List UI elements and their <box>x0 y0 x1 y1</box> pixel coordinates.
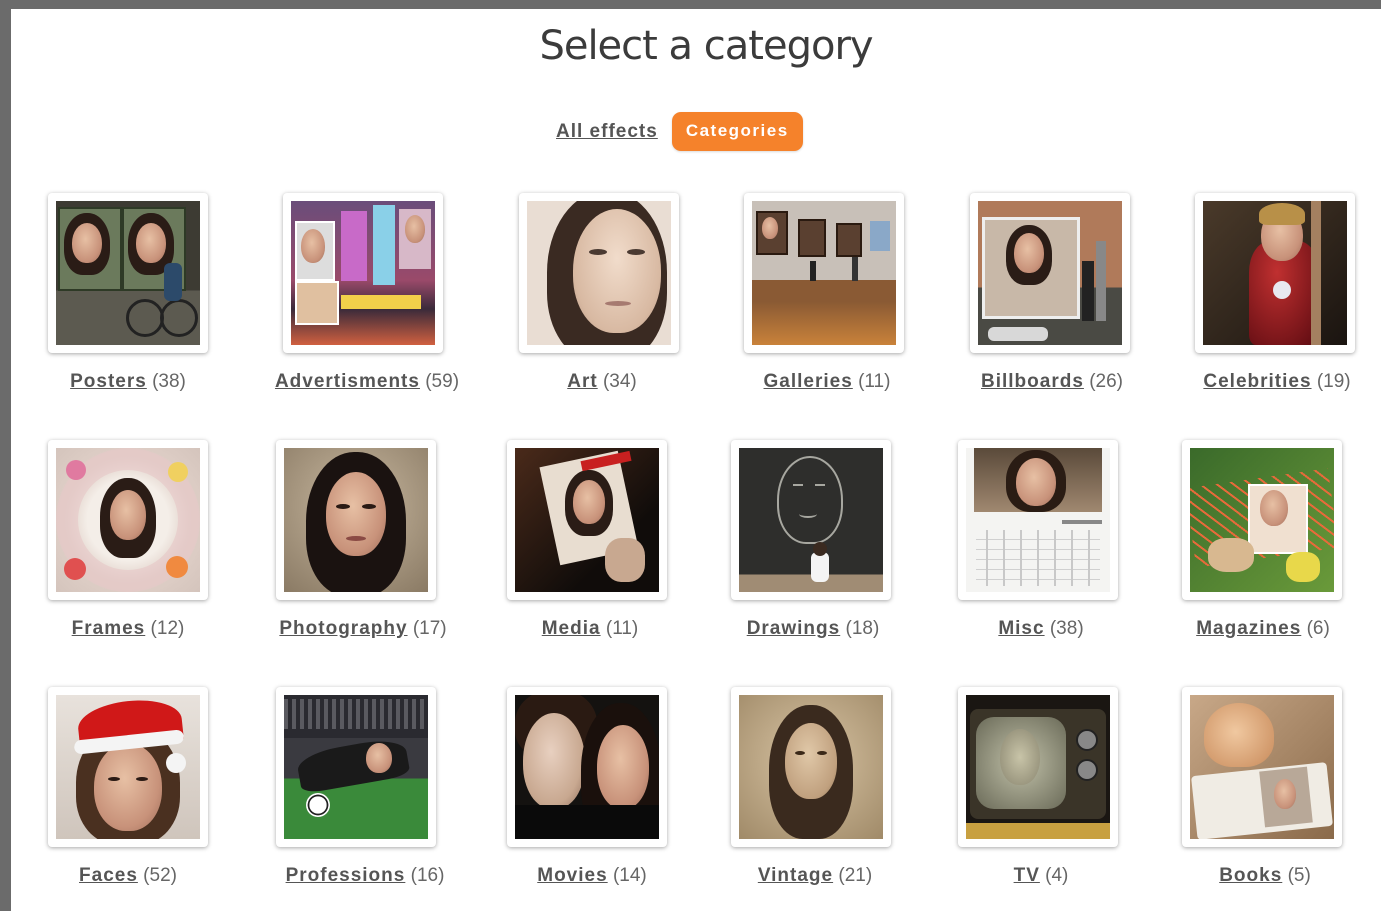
category-thumbnail-tv[interactable] <box>958 687 1118 847</box>
category-count-movies: (14) <box>612 865 647 886</box>
category-link-misc[interactable]: Misc <box>998 618 1044 639</box>
category-thumbnail-art[interactable] <box>519 193 679 353</box>
category-link-professions[interactable]: Professions <box>286 865 406 886</box>
category-count-art: (34) <box>602 371 637 392</box>
category-thumbnail-misc[interactable] <box>958 440 1118 600</box>
category-label-posters: Posters (38) <box>8 371 248 393</box>
category-label-photography: Photography (17) <box>243 618 483 640</box>
category-thumbnail-vintage[interactable] <box>731 687 891 847</box>
category-link-advertisments[interactable]: Advertisments <box>275 371 420 392</box>
category-count-galleries: (11) <box>858 371 891 392</box>
category-count-faces: (52) <box>143 865 177 886</box>
category-label-magazines: Magazines (6) <box>1143 618 1381 640</box>
category-thumbnail-magazines[interactable] <box>1182 440 1342 600</box>
category-thumbnail-celebrities[interactable] <box>1195 193 1355 353</box>
category-count-books: (5) <box>1287 865 1311 886</box>
category-thumbnail-billboards[interactable] <box>970 193 1130 353</box>
category-thumbnail-frames[interactable] <box>48 440 208 600</box>
category-link-movies[interactable]: Movies <box>537 865 607 886</box>
category-thumbnail-advertisments[interactable] <box>283 193 443 353</box>
category-link-magazines[interactable]: Magazines <box>1196 618 1301 639</box>
category-link-photography[interactable]: Photography <box>279 618 407 639</box>
category-link-faces[interactable]: Faces <box>79 865 138 886</box>
category-link-tv[interactable]: TV <box>1014 865 1040 886</box>
category-link-posters[interactable]: Posters <box>70 371 147 392</box>
category-link-celebrities[interactable]: Celebrities <box>1203 371 1311 392</box>
category-count-professions: (16) <box>410 865 445 886</box>
category-label-media: Media (11) <box>470 618 710 640</box>
category-count-misc: (38) <box>1049 618 1084 639</box>
category-label-vintage: Vintage (21) <box>695 865 935 887</box>
category-count-vintage: (21) <box>838 865 873 886</box>
category-label-drawings: Drawings (18) <box>693 618 933 640</box>
page: Select a category All effects Categories <box>11 9 1381 911</box>
category-thumbnail-galleries[interactable] <box>744 193 904 353</box>
category-label-galleries: Galleries (11) <box>707 371 947 393</box>
category-label-books: Books (5) <box>1145 865 1381 887</box>
category-thumbnail-posters[interactable] <box>48 193 208 353</box>
category-thumbnail-photography[interactable] <box>276 440 436 600</box>
category-thumbnail-professions[interactable] <box>276 687 436 847</box>
category-count-magazines: (6) <box>1306 618 1330 639</box>
category-label-misc: Misc (38) <box>921 618 1161 640</box>
category-label-art: Art (34) <box>482 371 722 393</box>
category-label-tv: TV (4) <box>921 865 1161 887</box>
category-link-media[interactable]: Media <box>542 618 601 639</box>
category-count-posters: (38) <box>152 371 186 392</box>
category-label-celebrities: Celebrities (19) <box>1157 371 1381 393</box>
category-link-vintage[interactable]: Vintage <box>758 865 833 886</box>
category-thumbnail-movies[interactable] <box>507 687 667 847</box>
category-label-professions: Professions (16) <box>245 865 485 887</box>
category-link-drawings[interactable]: Drawings <box>747 618 841 639</box>
category-link-art[interactable]: Art <box>567 371 597 392</box>
category-link-books[interactable]: Books <box>1219 865 1282 886</box>
category-count-photography: (17) <box>412 618 447 639</box>
category-label-frames: Frames (12) <box>8 618 248 640</box>
category-count-media: (11) <box>605 618 639 639</box>
category-link-galleries[interactable]: Galleries <box>764 371 853 392</box>
category-thumbnail-drawings[interactable] <box>731 440 891 600</box>
category-label-billboards: Billboards (26) <box>932 371 1172 393</box>
category-count-celebrities: (19) <box>1316 371 1351 392</box>
category-thumbnail-media[interactable] <box>507 440 667 600</box>
category-count-tv: (4) <box>1045 865 1069 886</box>
category-label-advertisments: Advertisments (59) <box>247 371 487 393</box>
category-thumbnail-faces[interactable] <box>48 687 208 847</box>
category-grid: Posters (38) Advertisments (59) Art (34)… <box>11 9 1381 911</box>
category-label-movies: Movies (14) <box>472 865 712 887</box>
category-link-billboards[interactable]: Billboards <box>981 371 1084 392</box>
category-count-drawings: (18) <box>845 618 880 639</box>
category-link-frames[interactable]: Frames <box>72 618 146 639</box>
category-label-faces: Faces (52) <box>8 865 248 887</box>
category-count-billboards: (26) <box>1089 371 1123 392</box>
category-thumbnail-books[interactable] <box>1182 687 1342 847</box>
category-count-advertisments: (59) <box>425 371 460 392</box>
category-count-frames: (12) <box>150 618 185 639</box>
